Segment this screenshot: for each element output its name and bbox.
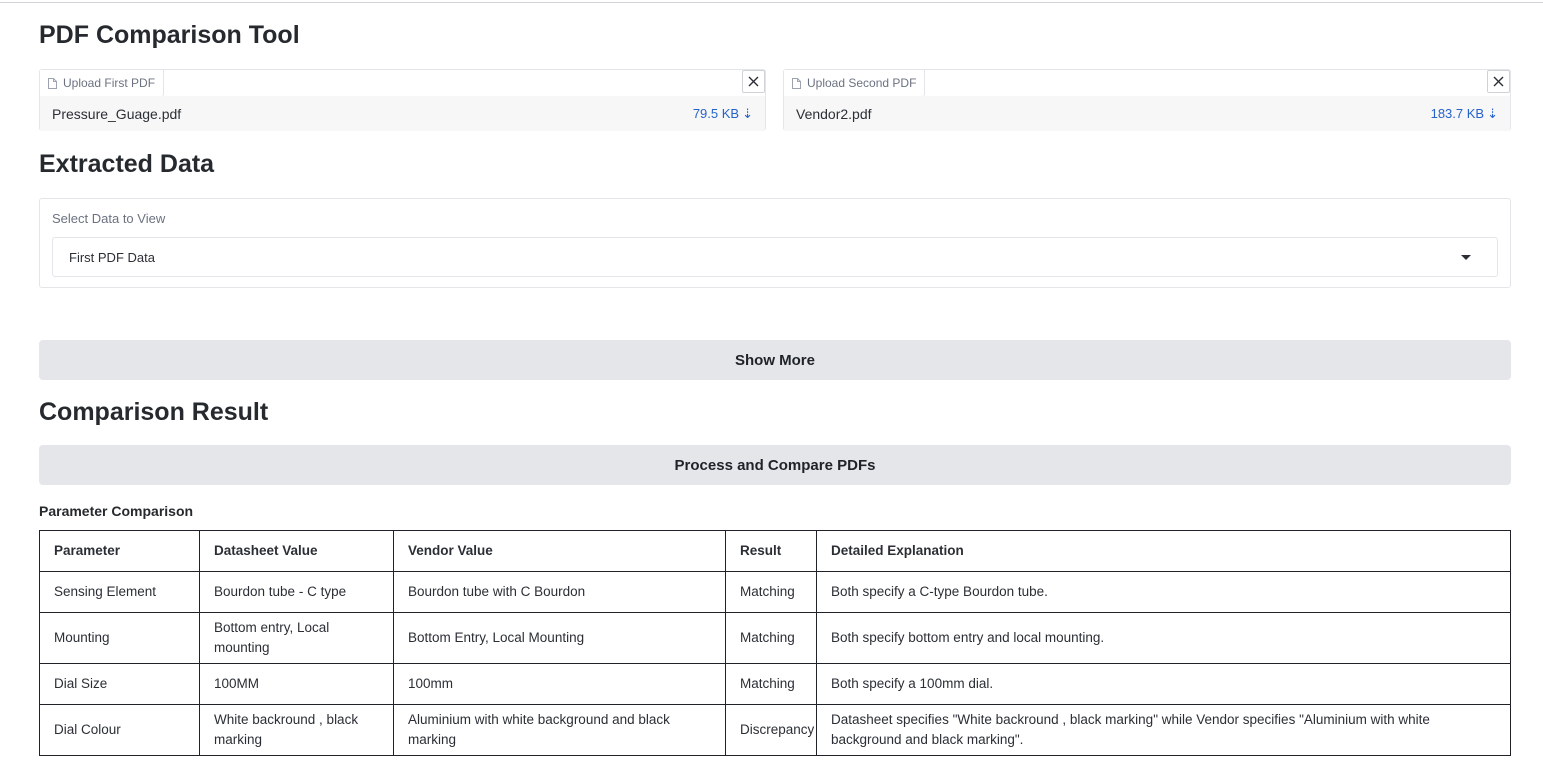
- uploaded-file-row: Pressure_Guage.pdf 79.5 KB ⇣: [40, 96, 765, 131]
- table-cell: 100MM: [199, 663, 394, 705]
- column-header: Result: [725, 530, 817, 572]
- close-icon[interactable]: [1487, 70, 1510, 93]
- table-title: Parameter Comparison: [39, 503, 194, 519]
- file-name: Vendor2.pdf: [796, 105, 872, 122]
- file-size: 79.5 KB: [692, 106, 740, 121]
- table-cell: Both specify a 100mm dial.: [816, 663, 1511, 705]
- table-cell: Dial Colour: [39, 704, 200, 756]
- table-cell: Matching: [725, 663, 817, 705]
- data-view-dropdown[interactable]: First PDF Data: [52, 237, 1498, 277]
- table-row: Mounting Bottom entry, Local mounting Bo…: [39, 612, 1511, 664]
- file-download-link[interactable]: 183.7 KB ⇣: [1431, 106, 1498, 122]
- download-arrow-icon: ⇣: [742, 105, 753, 121]
- comparison-table: Parameter Datasheet Value Vendor Value R…: [39, 530, 1511, 756]
- upload-first-pdf[interactable]: Upload First PDF Pressure_Guage.pdf 79.5…: [39, 69, 766, 131]
- upload-second-label-tag: Upload Second PDF: [784, 70, 926, 97]
- page-title: PDF Comparison Tool: [39, 21, 300, 49]
- file-icon: [792, 77, 801, 89]
- table-cell: Matching: [725, 612, 817, 664]
- table-cell: Matching: [725, 571, 817, 613]
- dropdown-value: First PDF Data: [69, 249, 155, 265]
- process-compare-button[interactable]: Process and Compare PDFs: [39, 445, 1511, 485]
- table-row: Dial Size 100MM 100mm Matching Both spec…: [39, 663, 1511, 705]
- data-view-select-block: Select Data to View First PDF Data: [39, 198, 1511, 288]
- file-name: Pressure_Guage.pdf: [52, 105, 182, 122]
- table-cell: White backround , black marking: [199, 704, 394, 756]
- download-arrow-icon: ⇣: [1487, 105, 1498, 121]
- table-row: Sensing Element Bourdon tube - C type Bo…: [39, 571, 1511, 613]
- table-cell: 100mm: [393, 663, 726, 705]
- table-cell: Mounting: [39, 612, 200, 664]
- table-cell: Dial Size: [39, 663, 200, 705]
- table-cell: Bottom Entry, Local Mounting: [393, 612, 726, 664]
- close-icon[interactable]: [742, 70, 765, 93]
- upload-second-pdf[interactable]: Upload Second PDF Vendor2.pdf 183.7 KB ⇣: [783, 69, 1511, 131]
- column-header: Parameter: [39, 530, 200, 572]
- table-cell: Aluminium with white background and blac…: [393, 704, 726, 756]
- table-cell: Bourdon tube - C type: [199, 571, 394, 613]
- upload-second-label: Upload Second PDF: [807, 76, 917, 90]
- chevron-down-icon: [1461, 254, 1471, 260]
- table-cell: Discrepancy: [725, 704, 817, 756]
- table-cell: Sensing Element: [39, 571, 200, 613]
- comparison-result-heading: Comparison Result: [39, 398, 269, 426]
- table-cell: Bottom entry, Local mounting: [199, 612, 394, 664]
- uploaded-file-row: Vendor2.pdf 183.7 KB ⇣: [784, 96, 1510, 131]
- upload-first-label: Upload First PDF: [63, 76, 156, 90]
- select-label: Select Data to View: [52, 211, 166, 226]
- table-row: Dial Colour White backround , black mark…: [39, 704, 1511, 756]
- show-more-button[interactable]: Show More: [39, 340, 1511, 380]
- column-header: Datasheet Value: [199, 530, 394, 572]
- table-cell: Both specify bottom entry and local moun…: [816, 612, 1511, 664]
- table-cell: Datasheet specifies "White backround , b…: [816, 704, 1511, 756]
- file-icon: [48, 77, 57, 89]
- column-header: Vendor Value: [393, 530, 726, 572]
- table-cell: Bourdon tube with C Bourdon: [393, 571, 726, 613]
- file-download-link[interactable]: 79.5 KB ⇣: [693, 106, 753, 122]
- column-header: Detailed Explanation: [816, 530, 1511, 572]
- top-divider: [0, 2, 1543, 3]
- extracted-data-heading: Extracted Data: [39, 150, 215, 178]
- table-header-row: Parameter Datasheet Value Vendor Value R…: [39, 530, 1511, 572]
- table-cell: Both specify a C-type Bourdon tube.: [816, 571, 1511, 613]
- upload-first-label-tag: Upload First PDF: [40, 70, 165, 97]
- file-size: 183.7 KB: [1430, 106, 1485, 121]
